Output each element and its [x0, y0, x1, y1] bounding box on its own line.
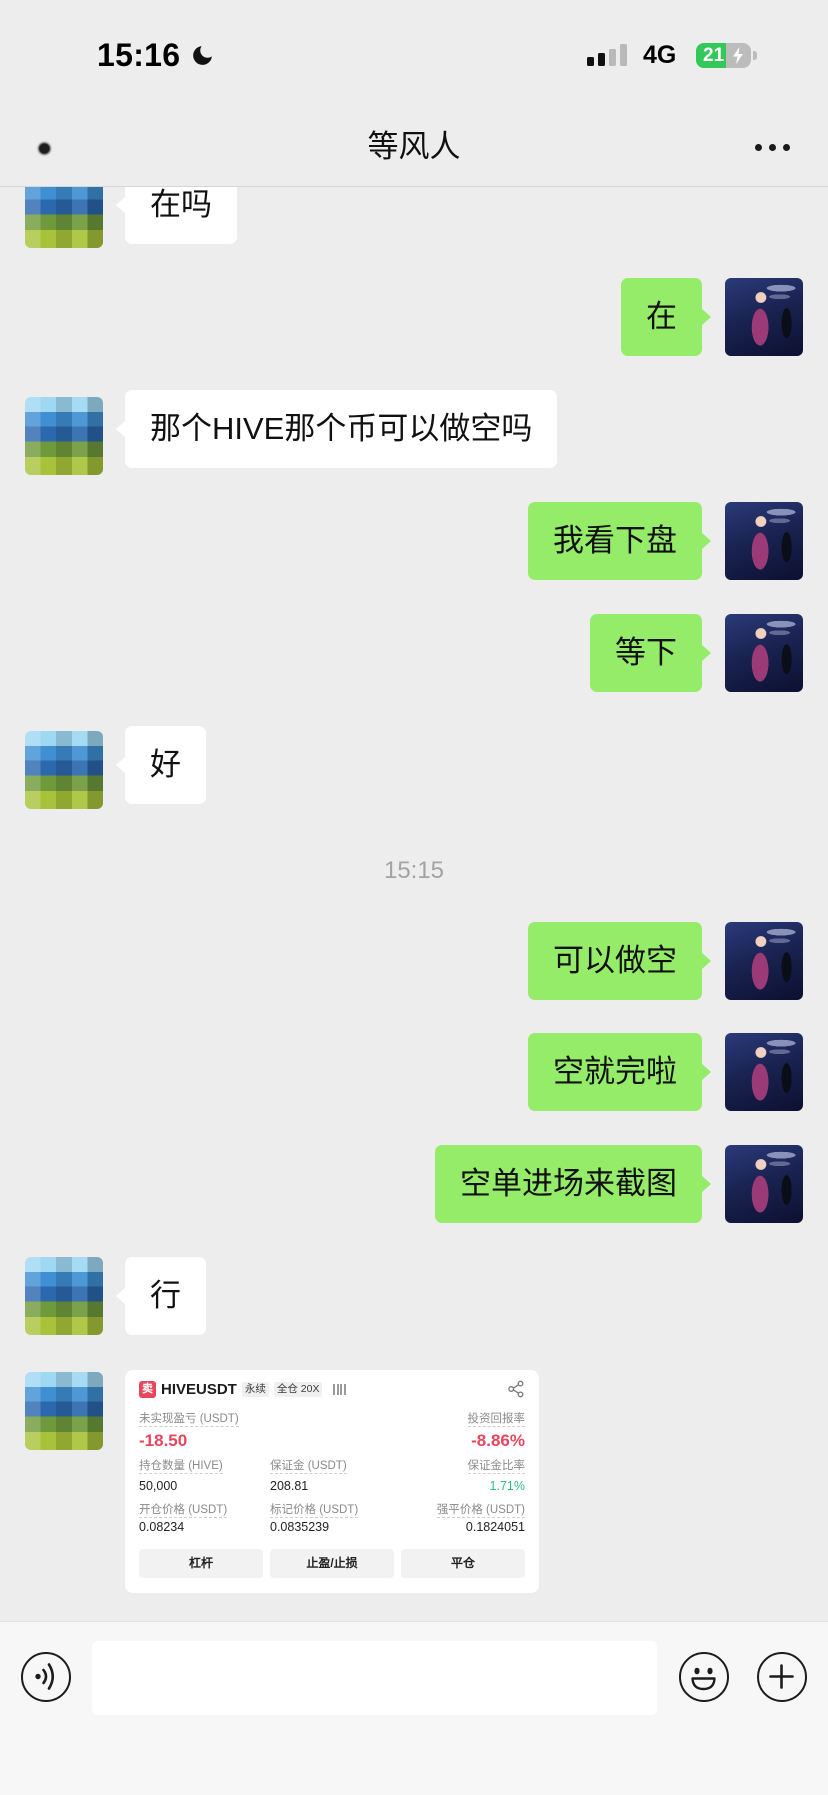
contact-avatar[interactable]	[25, 731, 103, 809]
message-bubble[interactable]: 空就完啦	[528, 1033, 711, 1111]
close-position-button: 平仓	[401, 1549, 525, 1578]
signal-bar	[620, 44, 627, 66]
chat-title: 等风人	[367, 129, 461, 164]
roi-label: 投资回报率	[467, 1413, 525, 1427]
position-size-value: 50,000	[139, 1479, 178, 1493]
my-avatar[interactable]	[725, 1033, 803, 1111]
message-bubble[interactable]: 好	[116, 726, 206, 804]
message-input[interactable]	[92, 1641, 657, 1715]
signal-bar	[609, 49, 616, 66]
more-dot	[783, 144, 790, 151]
message-bubble[interactable]: 等下	[590, 614, 711, 692]
entry-price-label: 开仓价格 (USDT)	[139, 1504, 228, 1518]
message-bubble[interactable]: 行	[116, 1257, 206, 1335]
adl-indicator-icon	[333, 1384, 346, 1395]
more-dot	[755, 144, 762, 151]
contact-avatar[interactable]	[25, 397, 103, 475]
unrealized-pnl-value: -18.50	[139, 1431, 188, 1450]
contact-avatar[interactable]	[25, 187, 103, 248]
message-row: 空就完啦	[0, 1033, 828, 1111]
message-row: 卖 HIVEUSDT 永续 全仓 20X 未实现盈亏 (USDT) 投资回报率 …	[0, 1370, 828, 1593]
message-bubble[interactable]: 在吗	[116, 187, 237, 244]
contact-avatar[interactable]	[25, 1257, 103, 1335]
my-avatar[interactable]	[725, 922, 803, 1000]
message-row: 那个HIVE那个币可以做空吗	[0, 390, 828, 475]
plus-glyph	[769, 1664, 794, 1689]
position-header: 卖 HIVEUSDT 永续 全仓 20X	[139, 1380, 346, 1399]
message-bubble[interactable]: 可以做空	[528, 922, 711, 1000]
my-avatar[interactable]	[725, 278, 803, 356]
message-timestamp: 15:15	[383, 857, 445, 884]
mark-price-label: 标记价格 (USDT)	[270, 1504, 359, 1518]
unrealized-pnl-label: 未实现盈亏 (USDT)	[139, 1413, 239, 1427]
voice-glyph	[35, 1663, 55, 1690]
chat-header: 等风人	[0, 100, 828, 187]
network-type: 4G	[643, 41, 677, 69]
signal-bar	[587, 57, 594, 66]
message-bubble[interactable]: 那个HIVE那个币可以做空吗	[115, 390, 558, 468]
more-icon[interactable]	[752, 140, 792, 154]
side-badge: 卖	[139, 1381, 156, 1398]
message-bubble[interactable]: 我看下盘	[528, 502, 711, 580]
share-icon	[508, 1380, 524, 1398]
signal-strength-icon	[587, 44, 629, 66]
my-avatar[interactable]	[725, 614, 803, 692]
margin-mode-tag: 全仓 20X	[273, 1382, 323, 1397]
liquidation-price-label: 强平价格 (USDT)	[436, 1504, 525, 1518]
moon-icon	[193, 46, 212, 65]
message-row: 在吗	[0, 187, 828, 248]
message-row: 可以做空	[0, 922, 828, 1000]
more-dot	[769, 144, 776, 151]
status-time: 15:16	[97, 37, 181, 73]
message-bubble[interactable]: 空单进场来截图	[435, 1145, 711, 1223]
battery-level: 21	[703, 45, 725, 66]
leverage-button: 杠杆	[139, 1549, 263, 1578]
status-bar: 15:16 4G 21	[0, 0, 828, 100]
position-screenshot-image[interactable]: 卖 HIVEUSDT 永续 全仓 20X 未实现盈亏 (USDT) 投资回报率 …	[125, 1370, 539, 1593]
message-row: 空单进场来截图	[0, 1145, 828, 1223]
margin-value: 208.81	[270, 1479, 309, 1493]
voice-icon[interactable]	[21, 1652, 71, 1702]
message-row: 行	[0, 1257, 828, 1335]
charging-bolt-icon	[733, 47, 743, 64]
tp-sl-button: 止盈/止损	[270, 1549, 394, 1578]
emoji-glyph	[691, 1667, 716, 1691]
my-avatar[interactable]	[725, 1145, 803, 1223]
margin-ratio-value: 1.71%	[489, 1479, 525, 1493]
my-avatar[interactable]	[725, 502, 803, 580]
plus-icon[interactable]	[757, 1652, 807, 1702]
signal-bar	[598, 53, 605, 66]
margin-ratio-label: 保证金比率	[467, 1460, 525, 1474]
input-bar	[0, 1621, 828, 1795]
message-bubble[interactable]: 在	[621, 278, 711, 356]
margin-label: 保证金 (USDT)	[270, 1460, 347, 1474]
message-row: 好	[0, 726, 828, 809]
message-row: 在	[0, 278, 828, 356]
message-row: 等下	[0, 614, 828, 692]
position-size-label: 持仓数量 (HIVE)	[139, 1460, 223, 1474]
emoji-icon[interactable]	[679, 1652, 729, 1702]
liquidation-price-value: 0.1824051	[465, 1520, 525, 1534]
battery-cap	[753, 51, 757, 60]
message-row: 我看下盘	[0, 502, 828, 580]
roi-value: -8.86%	[471, 1431, 525, 1450]
entry-price-value: 0.08234	[139, 1520, 185, 1534]
battery-icon: 21	[696, 43, 751, 68]
contract-tag: 永续	[241, 1382, 269, 1397]
contact-avatar[interactable]	[25, 1372, 103, 1450]
message-list[interactable]: 在吗 在 那个HIVE那个币可以做空吗 我看下盘 等下 好 15:15 可以做空…	[0, 187, 828, 1621]
mark-price-value: 0.0835239	[270, 1520, 330, 1534]
symbol: HIVEUSDT	[161, 1381, 237, 1398]
